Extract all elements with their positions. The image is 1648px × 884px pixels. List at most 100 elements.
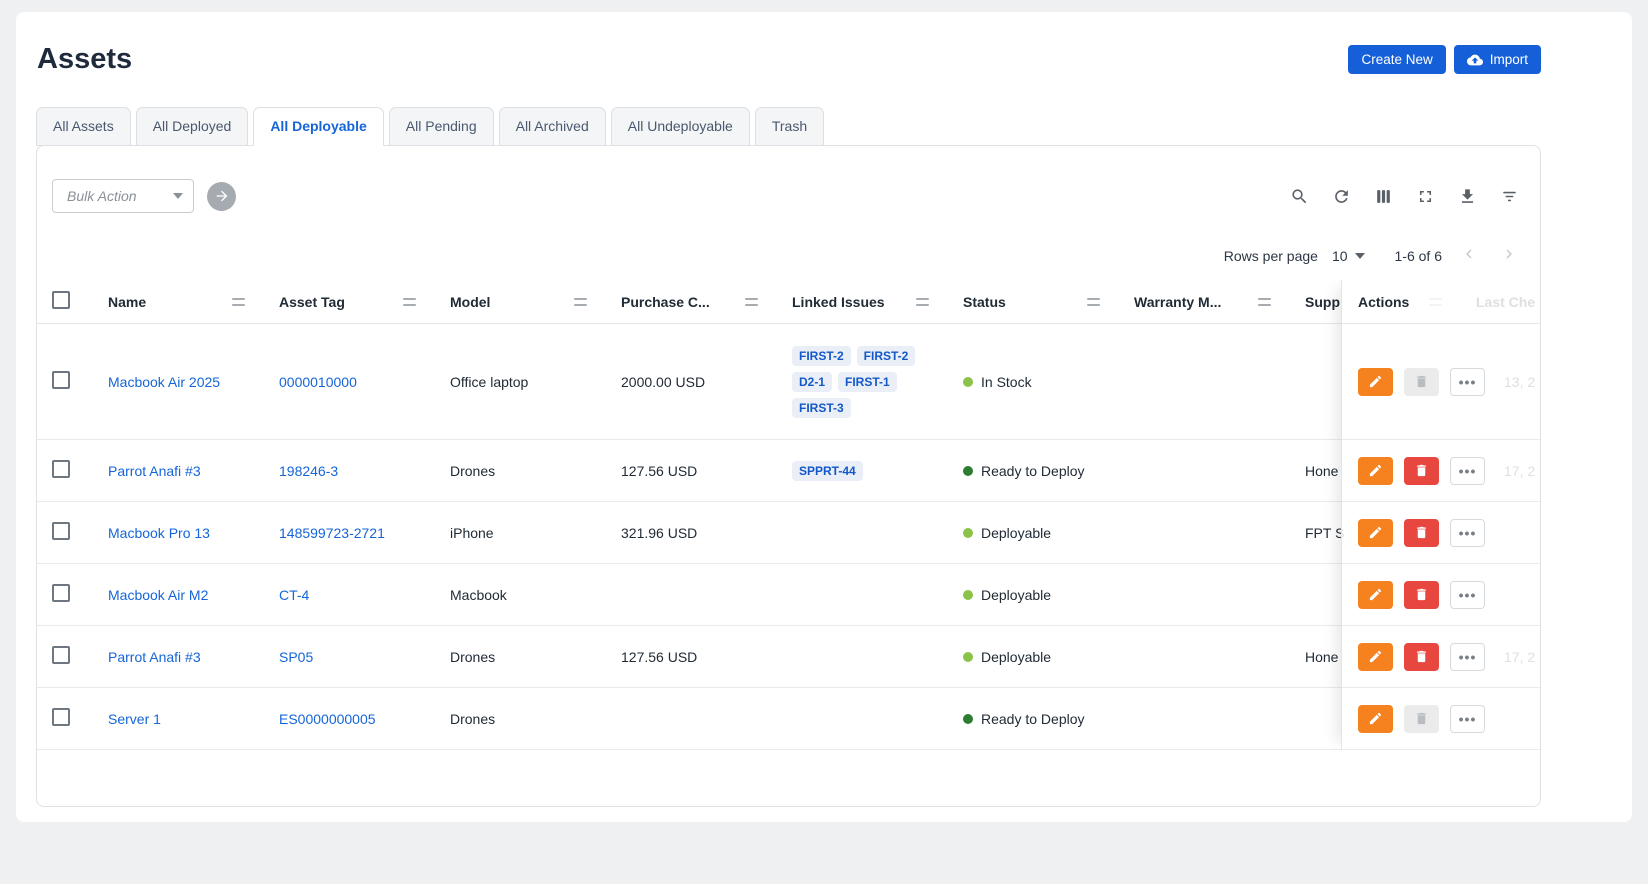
trash-icon [1414,711,1429,726]
more-actions-button[interactable]: ••• [1450,368,1485,396]
edit-button[interactable] [1358,368,1393,396]
col-header-name: Name [108,294,146,310]
tab-all-deployable[interactable]: All Deployable [253,107,383,146]
trash-icon [1414,649,1429,664]
col-header-actions: Actions [1342,280,1540,324]
column-drag-handle-icon[interactable] [403,298,416,306]
trash-icon [1414,525,1429,540]
col-header-purchase-cost: Purchase C... [621,294,710,310]
asset-name-link[interactable]: Macbook Air 2025 [108,374,220,390]
asset-tag-link[interactable]: ES0000000005 [279,711,376,727]
page-range: 1-6 of 6 [1395,248,1442,264]
import-button[interactable]: Import [1454,45,1541,74]
column-drag-handle-icon[interactable] [1087,298,1100,306]
columns-icon[interactable] [1372,185,1394,207]
asset-name-link[interactable]: Parrot Anafi #3 [108,649,201,665]
linked-issue-badge[interactable]: FIRST-3 [792,398,851,418]
asset-tag-link[interactable]: 0000010000 [279,374,357,390]
ellipsis-icon: ••• [1459,588,1477,602]
edit-button[interactable] [1358,643,1393,671]
edit-button[interactable] [1358,705,1393,733]
next-page-button[interactable] [1496,245,1522,266]
col-header-linked-issues: Linked Issues [792,294,885,310]
tab-all-archived[interactable]: All Archived [499,107,606,146]
asset-tag-link[interactable]: SP05 [279,649,313,665]
pencil-icon [1368,374,1383,389]
table-row: Parrot Anafi #3 198246-3 Drones 127.56 U… [37,440,1540,502]
page-header: Assets Create New Import [36,32,1541,87]
tab-label: All Undeployable [628,118,733,134]
asset-name-link[interactable]: Server 1 [108,711,161,727]
row-checkbox[interactable] [52,646,70,664]
ellipsis-icon: ••• [1459,650,1477,664]
delete-button[interactable] [1404,705,1439,733]
asset-name-link[interactable]: Macbook Air M2 [108,587,208,603]
more-actions-button[interactable]: ••• [1450,643,1485,671]
tab-all-pending[interactable]: All Pending [389,107,494,146]
pencil-icon [1368,711,1383,726]
col-header-model: Model [450,294,490,310]
asset-name-link[interactable]: Macbook Pro 13 [108,525,210,541]
column-drag-handle-icon[interactable] [745,298,758,306]
asset-tag-link[interactable]: 198246-3 [279,463,338,479]
select-all-checkbox[interactable] [52,291,70,309]
tab-all-deployed[interactable]: All Deployed [136,107,249,146]
row-checkbox[interactable] [52,584,70,602]
more-actions-button[interactable]: ••• [1450,705,1485,733]
download-icon[interactable] [1456,185,1478,207]
linked-issue-badge[interactable]: SPPRT-44 [792,461,863,481]
asset-tag-link[interactable]: CT-4 [279,587,309,603]
fullscreen-icon[interactable] [1414,185,1436,207]
column-drag-handle-icon[interactable] [574,298,587,306]
delete-button[interactable] [1404,643,1439,671]
pencil-icon [1368,525,1383,540]
status-cell: Ready to Deploy [947,711,1118,727]
page-title: Assets [37,43,132,76]
apply-bulk-action-button[interactable] [207,182,236,211]
tab-all-assets[interactable]: All Assets [36,107,131,146]
tab-trash[interactable]: Trash [755,107,824,146]
rows-per-page-select[interactable]: 10 [1332,248,1365,264]
column-drag-handle-icon[interactable] [1258,298,1271,306]
asset-tag-link[interactable]: 148599723-2721 [279,525,385,541]
more-actions-button[interactable]: ••• [1450,581,1485,609]
cloud-upload-icon [1467,52,1483,68]
column-drag-handle-icon[interactable] [232,298,245,306]
col-header-warranty: Warranty M... [1134,294,1221,310]
row-checkbox[interactable] [52,371,70,389]
linked-issue-badge[interactable]: D2-1 [792,372,832,392]
filter-icon[interactable] [1498,185,1520,207]
linked-issue-badge[interactable]: FIRST-2 [857,346,916,366]
asset-name-link[interactable]: Parrot Anafi #3 [108,463,201,479]
linked-issue-badge[interactable]: FIRST-2 [792,346,851,366]
delete-button[interactable] [1404,581,1439,609]
search-icon[interactable] [1288,185,1310,207]
row-checkbox[interactable] [52,708,70,726]
edit-button[interactable] [1358,457,1393,485]
edit-button[interactable] [1358,519,1393,547]
bulk-action-select[interactable]: Bulk Action [52,179,194,213]
row-checkbox[interactable] [52,522,70,540]
model-cell: Drones [434,649,605,665]
create-new-label: Create New [1361,52,1432,67]
edit-button[interactable] [1358,581,1393,609]
model-cell: Macbook [434,587,605,603]
tab-all-undeployable[interactable]: All Undeployable [611,107,750,146]
delete-button[interactable] [1404,368,1439,396]
col-header-asset-tag: Asset Tag [279,294,345,310]
create-new-button[interactable]: Create New [1348,45,1445,74]
delete-button[interactable] [1404,457,1439,485]
delete-button[interactable] [1404,519,1439,547]
table-row: Macbook Pro 13 148599723-2721 iPhone 321… [37,502,1540,564]
row-checkbox[interactable] [52,460,70,478]
table-row: Macbook Air 2025 0000010000 Office lapto… [37,324,1540,440]
model-cell: Drones [434,711,605,727]
refresh-icon[interactable] [1330,185,1352,207]
ellipsis-icon: ••• [1459,712,1477,726]
linked-issue-badge[interactable]: FIRST-1 [838,372,897,392]
actions-row: ••• [1342,688,1540,750]
prev-page-button[interactable] [1456,245,1482,266]
more-actions-button[interactable]: ••• [1450,519,1485,547]
column-drag-handle-icon[interactable] [916,298,929,306]
more-actions-button[interactable]: ••• [1450,457,1485,485]
